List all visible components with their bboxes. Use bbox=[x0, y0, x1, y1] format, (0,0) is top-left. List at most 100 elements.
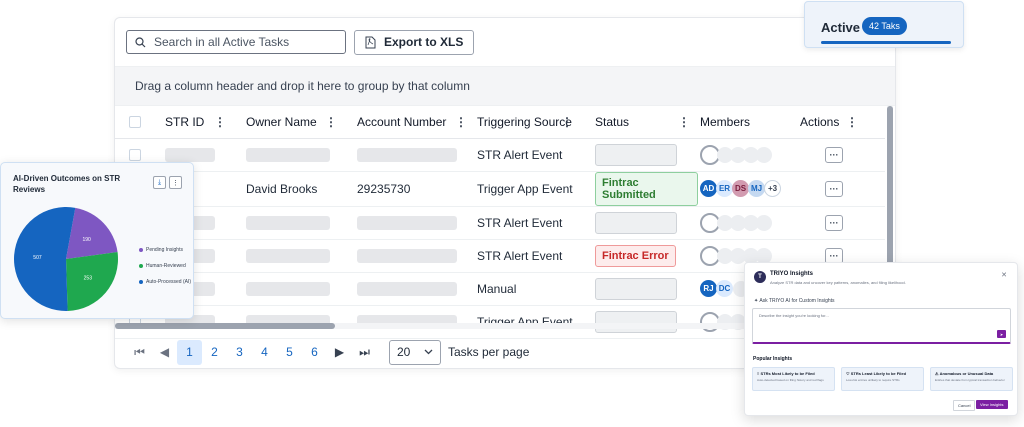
last-page-icon[interactable]: ⏭ bbox=[352, 340, 377, 365]
page-number-3[interactable]: 3 bbox=[227, 340, 252, 365]
legend-item: Human-Reviewed bbox=[139, 258, 191, 274]
popular-insights-list: ≡ STRs Most Likely to be Filed Auto-detec… bbox=[752, 367, 1013, 391]
column-header-owner-name[interactable]: Owner Name ⋮ bbox=[234, 106, 345, 139]
column-header-status[interactable]: Status ⋮ bbox=[593, 106, 698, 139]
column-menu-icon[interactable]: ⋮ bbox=[325, 115, 337, 129]
owner-name: David Brooks bbox=[246, 181, 318, 196]
first-page-icon[interactable]: ⏮ bbox=[127, 340, 152, 365]
status-badge: Fintrac Submitted bbox=[595, 171, 698, 206]
table-row[interactable]: STR Alert Event ··· bbox=[115, 138, 885, 172]
search-placeholder: Search in all Active Tasks bbox=[154, 35, 290, 49]
select-all-checkbox[interactable] bbox=[129, 115, 141, 128]
page-number-4[interactable]: 4 bbox=[252, 340, 277, 365]
column-menu-icon[interactable]: ⋮ bbox=[455, 115, 467, 129]
table-row[interactable]: 3027David Brooks29235730Trigger App Even… bbox=[115, 171, 885, 207]
triggering-source: Trigger App Event bbox=[477, 181, 573, 196]
column-header-triggering-source[interactable]: Triggering Source ⋮ bbox=[475, 106, 593, 139]
dialog-subtitle: Analyze STR data and uncover key pattern… bbox=[770, 280, 906, 285]
page-number-6[interactable]: 6 bbox=[302, 340, 327, 365]
member-avatar[interactable]: AD bbox=[700, 180, 717, 197]
member-avatar[interactable]: +3 bbox=[764, 180, 781, 197]
active-tab-indicator bbox=[821, 41, 951, 44]
legend-label: Auto-Processed (AI) bbox=[146, 279, 192, 285]
sparkle-icon: ✦ bbox=[754, 298, 759, 304]
pdf-file-icon bbox=[365, 36, 376, 48]
row-actions-button[interactable]: ··· bbox=[825, 214, 843, 231]
column-menu-icon[interactable]: ⋮ bbox=[678, 115, 690, 129]
prev-page-icon[interactable]: ◀ bbox=[152, 340, 177, 365]
table-header-row: STR ID ⋮ Owner Name ⋮ Account Number ⋮ Trig… bbox=[115, 106, 885, 139]
send-icon[interactable]: ➤ bbox=[997, 330, 1006, 338]
legend-item: Auto-Processed (AI) bbox=[139, 274, 191, 290]
column-header-actions[interactable]: Actions ⋮ bbox=[797, 106, 885, 139]
members-group[interactable]: AD ER DS MJ +3 bbox=[700, 180, 797, 197]
column-menu-icon[interactable]: ⋮ bbox=[846, 115, 858, 129]
page-size-select[interactable]: 20 bbox=[389, 339, 441, 365]
loading-placeholder bbox=[357, 147, 457, 162]
per-page-label: Tasks per page bbox=[448, 345, 530, 359]
export-xls-button[interactable]: Export to XLS bbox=[354, 29, 475, 55]
triggering-source: STR Alert Event bbox=[477, 248, 563, 263]
members-cell bbox=[698, 138, 797, 172]
select-all-cell bbox=[115, 106, 153, 139]
page-number-2[interactable]: 2 bbox=[202, 340, 227, 365]
cancel-button[interactable]: Cancel bbox=[953, 400, 976, 411]
ask-ai-label: ✦ Ask TRIYO AI for Custom Insights bbox=[754, 298, 835, 304]
row-actions-button[interactable]: ··· bbox=[825, 146, 843, 163]
loading-placeholder bbox=[246, 215, 330, 230]
column-menu-icon[interactable]: ⋮ bbox=[561, 115, 573, 129]
page-number-5[interactable]: 5 bbox=[277, 340, 302, 365]
status-placeholder bbox=[595, 143, 677, 166]
legend-swatch bbox=[139, 264, 143, 268]
members-cell bbox=[698, 206, 797, 240]
column-header-str-id[interactable]: STR ID ⋮ bbox=[153, 106, 234, 139]
pie-slice-human-reviewed[interactable] bbox=[66, 252, 118, 311]
status-placeholder bbox=[595, 310, 677, 333]
member-avatar[interactable]: ER bbox=[716, 180, 733, 197]
popular-insight-card[interactable]: ≡ STRs Most Likely to be Filed Auto-detec… bbox=[752, 367, 835, 391]
status-placeholder bbox=[595, 277, 677, 300]
column-menu-icon[interactable]: ⋮ bbox=[214, 115, 226, 129]
legend-swatch bbox=[139, 248, 143, 252]
view-insights-button[interactable]: View Insights bbox=[976, 400, 1008, 409]
table-row[interactable]: STR Alert Event ··· bbox=[115, 206, 885, 240]
column-header-account-number[interactable]: Account Number ⋮ bbox=[345, 106, 475, 139]
horizontal-scroll-thumb[interactable] bbox=[115, 323, 335, 329]
owner-name-cell: David Brooks bbox=[234, 171, 345, 207]
column-header-members[interactable]: Members bbox=[698, 106, 797, 139]
triggering-source-cell: Trigger App Event bbox=[475, 171, 593, 207]
app-stage: Search in all Active Tasks Export to XLS… bbox=[0, 0, 1024, 427]
close-icon[interactable]: ✕ bbox=[1001, 271, 1007, 279]
row-actions-button[interactable]: ··· bbox=[825, 180, 843, 197]
dialog-title: TRIYO Insights bbox=[770, 271, 814, 277]
group-by-panel[interactable]: Drag a column header and drop it here to… bbox=[115, 66, 895, 106]
member-avatar[interactable]: DC bbox=[716, 280, 733, 297]
pie-data-label: 507 bbox=[33, 255, 42, 261]
chevron-down-icon bbox=[424, 349, 433, 355]
member-avatar[interactable]: MJ bbox=[748, 180, 765, 197]
insight-prompt-placeholder: Describe the insight you're looking for.… bbox=[759, 313, 829, 318]
search-icon bbox=[135, 36, 146, 47]
page-size-value: 20 bbox=[397, 345, 411, 359]
status-badge: Fintrac Error bbox=[595, 244, 676, 267]
search-input[interactable]: Search in all Active Tasks bbox=[126, 30, 346, 54]
insight-card-title: STRs Most Likely to be Filed bbox=[760, 371, 815, 376]
active-tab-label: Active bbox=[821, 20, 861, 35]
insight-prompt-input[interactable]: Describe the insight you're looking for.… bbox=[752, 308, 1011, 344]
loading-placeholder bbox=[246, 281, 330, 296]
loading-placeholder bbox=[246, 147, 330, 162]
member-avatar[interactable]: RJ bbox=[700, 280, 717, 297]
owner-name-cell bbox=[234, 272, 345, 306]
popular-insight-card[interactable]: ♡ STRs Least Likely to be Filed Low-risk … bbox=[841, 367, 924, 391]
row-checkbox[interactable] bbox=[129, 148, 141, 161]
popular-insight-card[interactable]: ⚠ Anomalous or Unusual Data Entries that … bbox=[930, 367, 1013, 391]
members-group[interactable] bbox=[700, 144, 797, 165]
members-group[interactable] bbox=[700, 212, 797, 233]
legend-item: Pending Insights bbox=[139, 242, 191, 258]
page-number-1[interactable]: 1 bbox=[177, 339, 202, 365]
member-avatar[interactable]: DS bbox=[732, 180, 749, 197]
triyo-logo-icon: T bbox=[754, 271, 766, 283]
active-tasks-tab[interactable]: Active 42 Taks bbox=[804, 1, 964, 48]
triggering-source-cell: STR Alert Event bbox=[475, 138, 593, 172]
next-page-icon[interactable]: ▶ bbox=[327, 340, 352, 365]
